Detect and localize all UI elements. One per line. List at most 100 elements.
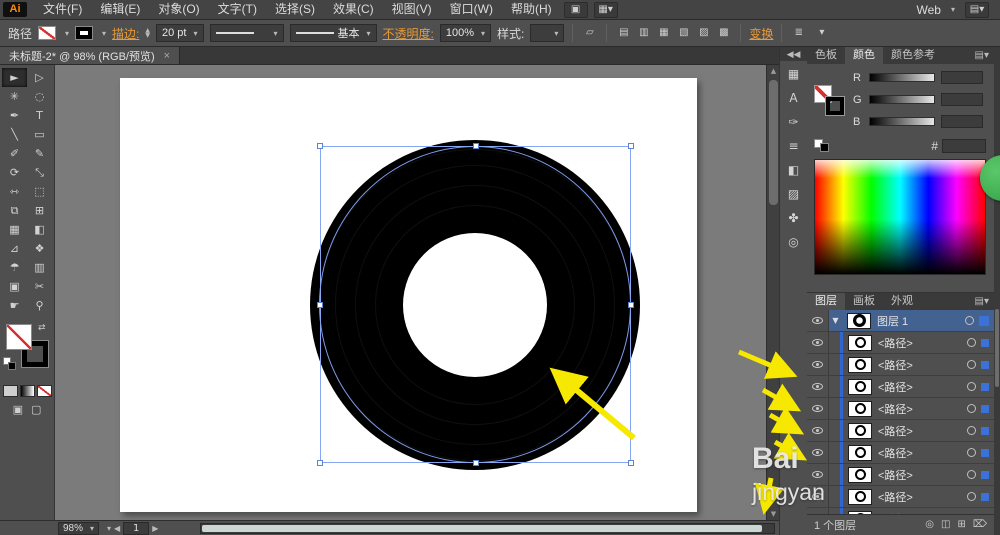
selection-handle[interactable]: [628, 302, 634, 308]
target-icon[interactable]: [967, 404, 976, 413]
selection-indicator[interactable]: [981, 360, 989, 369]
workspace-switcher-icon[interactable]: ▤▾: [965, 1, 989, 18]
magic-wand-tool[interactable]: ✳: [2, 87, 27, 106]
isolate-object-icon[interactable]: ≣: [790, 25, 807, 41]
layer-row[interactable]: <路径>: [807, 376, 994, 398]
layer-thumbnail[interactable]: [848, 422, 872, 439]
stroke-panel-icon[interactable]: ≡: [782, 136, 806, 157]
zoom-tool[interactable]: ⚲: [27, 296, 52, 315]
layer-name[interactable]: <路径>: [878, 401, 967, 417]
brushes-panel-icon[interactable]: ✑: [782, 112, 806, 133]
panel-tab[interactable]: 颜色参考: [883, 47, 943, 64]
opacity-field[interactable]: 100% ▾: [439, 24, 492, 42]
layer-name[interactable]: 图层 1: [877, 313, 965, 329]
layer-thumbnail[interactable]: [848, 400, 872, 417]
visibility-toggle[interactable]: [807, 376, 829, 397]
panel-tab[interactable]: 颜色: [845, 47, 883, 64]
symbols-panel-icon[interactable]: ✤: [782, 208, 806, 229]
fill-swatch[interactable]: [38, 26, 57, 40]
selection-indicator[interactable]: [981, 492, 989, 501]
prev-artboard-button[interactable]: ◀: [114, 524, 120, 533]
layer-thumbnail[interactable]: [848, 444, 872, 461]
expand-panels-button[interactable]: ◀◀: [780, 47, 807, 61]
swap-fill-stroke-icon[interactable]: ⇄: [38, 322, 46, 333]
style-select[interactable]: ▾: [530, 24, 565, 42]
scrollbar-thumb[interactable]: [995, 309, 999, 387]
target-icon[interactable]: [967, 448, 976, 457]
menu-item[interactable]: 窗口(W): [441, 0, 502, 19]
none-mode-button[interactable]: [36, 385, 52, 397]
channel-slider[interactable]: [869, 73, 935, 82]
target-icon[interactable]: [967, 426, 976, 435]
menu-item[interactable]: 帮助(H): [502, 0, 561, 19]
layer-row[interactable]: <路径>: [807, 486, 994, 508]
layer-thumbnail[interactable]: [848, 356, 872, 373]
layer-name[interactable]: <路径>: [878, 467, 967, 483]
control-panel-menu-icon[interactable]: ▾: [813, 25, 830, 41]
appearance-panel-icon[interactable]: ◎: [782, 232, 806, 253]
visibility-toggle[interactable]: [807, 310, 829, 331]
visibility-toggle[interactable]: [807, 486, 829, 507]
layer-row[interactable]: <路径>: [807, 420, 994, 442]
menu-item[interactable]: 效果(C): [324, 0, 383, 19]
artboard[interactable]: [120, 78, 697, 512]
align-top-icon[interactable]: ▧: [675, 25, 692, 41]
screen-mode-icon[interactable]: ▢: [31, 403, 41, 416]
menu-item[interactable]: 文件(F): [34, 0, 91, 19]
stroke-swatch[interactable]: [75, 26, 94, 40]
transform-link[interactable]: 变换: [749, 25, 773, 42]
first-artboard-button[interactable]: ▾: [107, 524, 111, 533]
selection-indicator[interactable]: [981, 426, 989, 435]
scroll-down-icon[interactable]: ▼: [767, 508, 780, 520]
pencil-tool[interactable]: ✎: [27, 144, 52, 163]
artboard-number-field[interactable]: 1: [123, 521, 150, 535]
visibility-toggle[interactable]: [807, 420, 829, 441]
selection-handle[interactable]: [628, 460, 634, 466]
target-icon[interactable]: [967, 492, 976, 501]
locate-object-icon[interactable]: ◎: [925, 519, 934, 530]
rectangle-tool[interactable]: ▭: [27, 125, 52, 144]
target-icon[interactable]: [967, 338, 976, 347]
selection-indicator[interactable]: [981, 404, 989, 413]
default-colors-icon[interactable]: [3, 357, 17, 371]
pen-tool[interactable]: ✒: [2, 106, 27, 125]
channel-slider[interactable]: [869, 117, 935, 126]
next-artboard-button[interactable]: ▶: [152, 524, 158, 533]
menu-item[interactable]: 视图(V): [383, 0, 441, 19]
target-icon[interactable]: [967, 470, 976, 479]
bridge-icon[interactable]: ▣: [563, 1, 588, 18]
layer-name[interactable]: <路径>: [878, 335, 967, 351]
selection-indicator[interactable]: [979, 315, 989, 326]
align-middle-icon[interactable]: ▨: [695, 25, 712, 41]
hex-value-field[interactable]: [942, 139, 986, 153]
line-segment-tool[interactable]: ╲: [2, 125, 27, 144]
visibility-toggle[interactable]: [807, 398, 829, 419]
panel-menu-icon[interactable]: ▤▾: [975, 47, 994, 64]
selection-tool[interactable]: ►: [2, 68, 27, 87]
scrollbar-thumb[interactable]: [202, 525, 762, 532]
opacity-link[interactable]: 不透明度:: [383, 25, 434, 42]
new-layer-icon[interactable]: ⊞: [957, 519, 965, 530]
variable-width-profile-select[interactable]: 基本 ▾: [289, 24, 377, 42]
channel-value-field[interactable]: [941, 71, 983, 84]
close-icon[interactable]: ×: [164, 50, 170, 62]
stroke-mini-well[interactable]: [825, 96, 845, 116]
layer-name[interactable]: <路径>: [878, 379, 967, 395]
fill-stroke-mini-indicator[interactable]: [814, 85, 850, 121]
column-graph-tool[interactable]: ▥: [27, 258, 52, 277]
swatches-panel-icon[interactable]: ▦: [782, 64, 806, 85]
disclosure-triangle-icon[interactable]: ▼: [829, 316, 842, 325]
selection-indicator[interactable]: [981, 338, 989, 347]
workspace-switcher[interactable]: Web: [917, 3, 941, 17]
selection-handle[interactable]: [317, 460, 323, 466]
layer-thumbnail[interactable]: [848, 334, 872, 351]
layer-name[interactable]: <路径>: [878, 445, 967, 461]
layer-thumbnail[interactable]: [848, 488, 872, 505]
black-white-swatches[interactable]: [814, 139, 834, 153]
arrange-documents-icon[interactable]: ▦▾: [593, 1, 618, 18]
selection-handle[interactable]: [473, 460, 479, 466]
target-icon[interactable]: [967, 382, 976, 391]
delete-layer-icon[interactable]: ⌦: [973, 519, 987, 530]
layer-row[interactable]: ▼ 图层 1: [807, 310, 994, 332]
symbol-sprayer-tool[interactable]: ☂: [2, 258, 27, 277]
